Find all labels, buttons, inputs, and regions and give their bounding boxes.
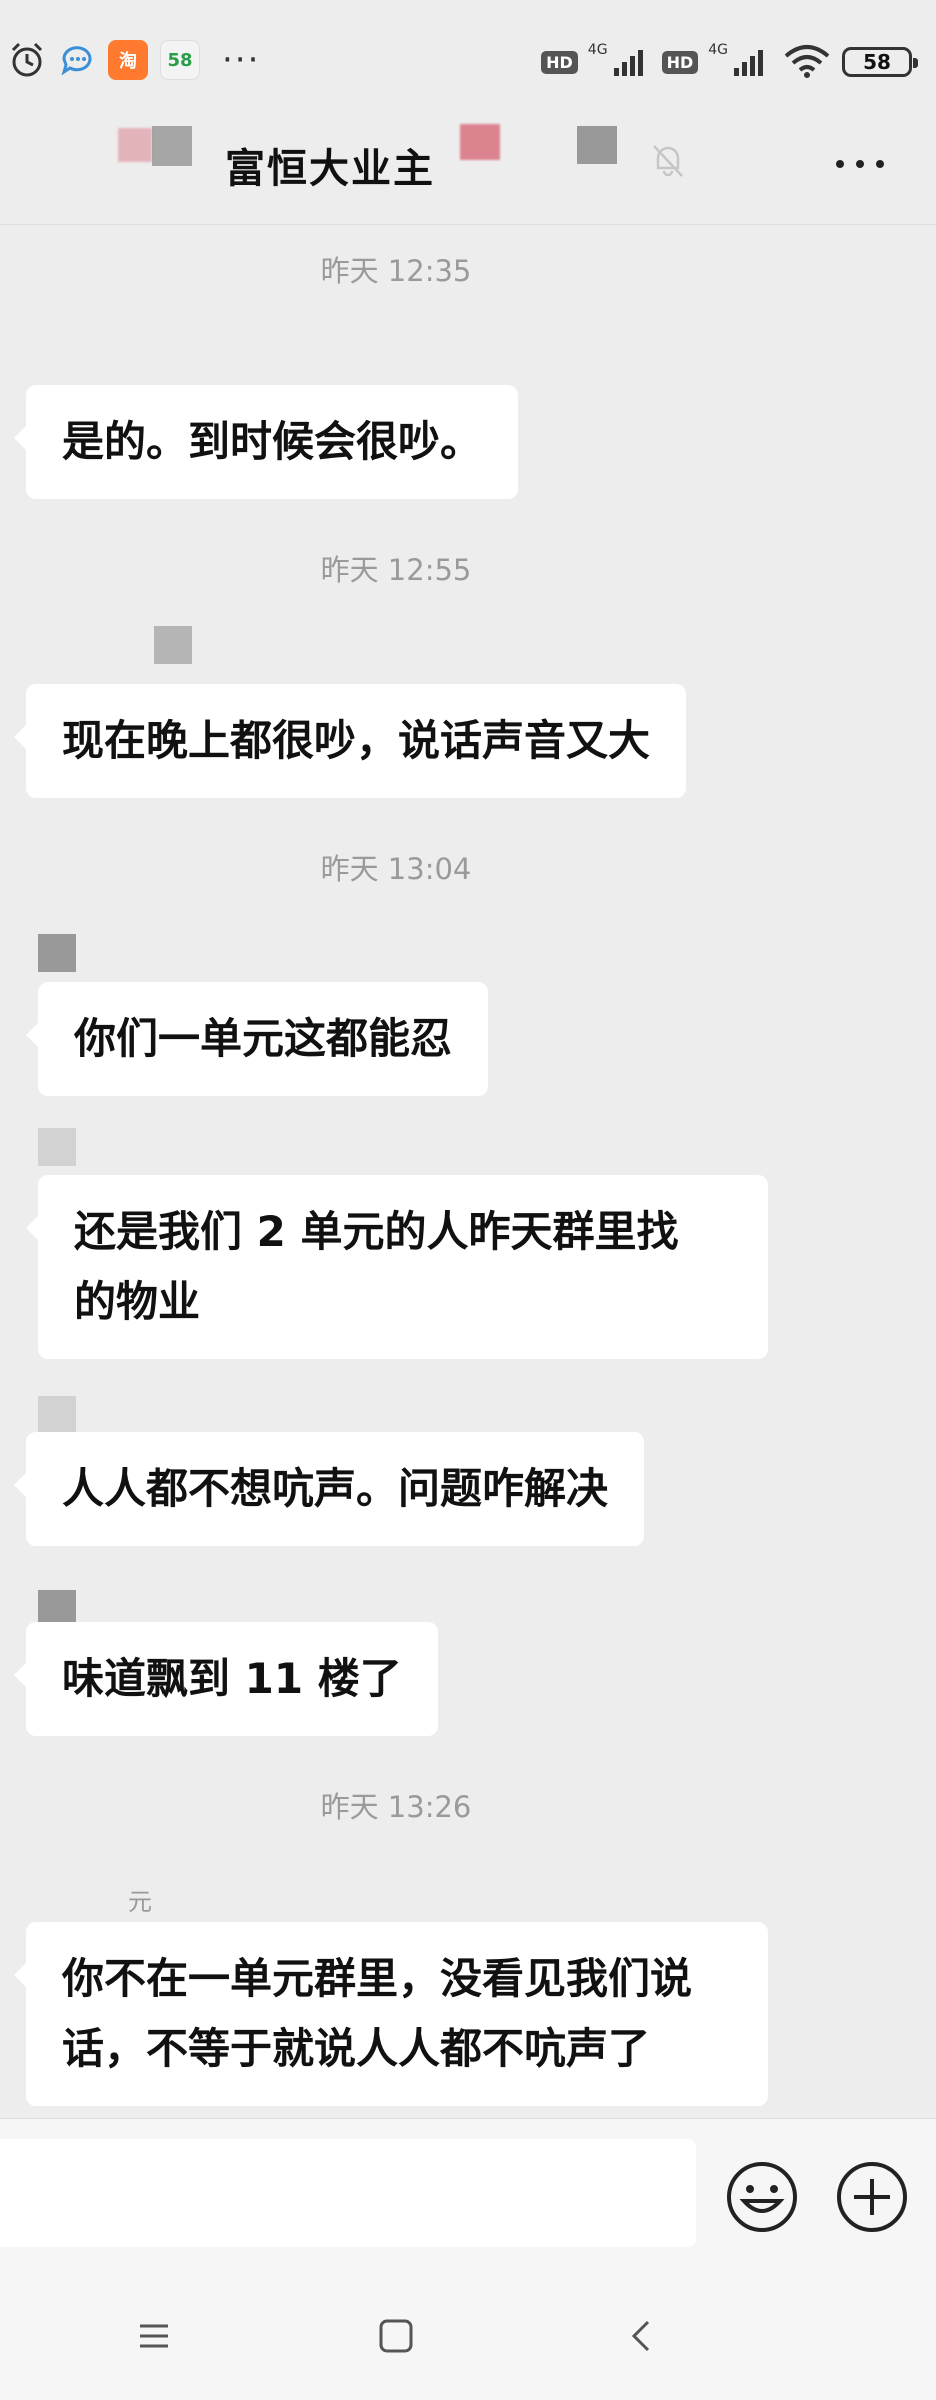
timestamp: 昨天 12:55 [320,553,472,587]
chat-bubble-icon [58,41,96,79]
message-text: 话，不等于就说人人都不吭声了 [62,2024,651,2073]
taobao-icon-label: 淘 [119,51,137,72]
timestamp: 昨天 12:35 [320,254,472,288]
status-bar-left: 淘 58 ··· [8,40,260,80]
redacted-avatar [154,626,192,664]
chat-header: 富恒大业主 [0,120,936,225]
battery-level: 58 [863,50,891,74]
timestamp: 昨天 13:04 [320,852,472,886]
message-text: 的物业 [74,1277,201,1326]
message-bubble[interactable]: 你们一单元这都能忍 [25,982,489,1096]
message-text: 还是我们 2 单元的人昨天群里找 [74,1207,679,1256]
hd-badge: HD [661,50,699,74]
message-text: 现在晚上都很吵，说话声音又大 [62,716,651,765]
more-notifications-icon: ··· [222,40,261,80]
chat-title: 富恒大业主 [225,146,435,192]
redacted-avatar [38,934,76,972]
navigation-bar [0,2268,936,2400]
input-bar [0,2118,936,2268]
back-icon[interactable] [614,2308,670,2364]
more-options-button[interactable] [836,160,884,168]
message-bubble[interactable]: 是的。到时候会很吵。 [13,385,519,499]
message-bubble[interactable]: 还是我们 2 单元的人昨天群里找 的物业 [26,1175,768,1359]
message-input[interactable] [0,2139,696,2247]
message-text: 人人都不想吭声。问题咋解决 [62,1464,609,1513]
taobao-icon: 淘 [108,40,148,80]
mute-bell-icon [653,145,683,177]
redacted-block [118,128,152,162]
58-icon-label: 58 [167,49,193,71]
redacted-avatar [38,1396,76,1434]
redacted-block [152,126,192,166]
dot [876,160,884,168]
wifi-icon [784,45,830,78]
message-bubble[interactable]: 人人都不想吭声。问题咋解决 [13,1432,645,1546]
emoji-icon[interactable] [724,2159,800,2235]
battery-icon: 58 [842,47,918,77]
hd-badge: HD [541,50,578,74]
network-label: 4G [587,42,608,58]
message-text: 你不在一单元群里，没看见我们说 [62,1954,693,2003]
home-icon[interactable] [368,2308,424,2364]
dot [836,160,844,168]
status-bar-right: HD 4G HD 4G 58 [541,42,918,80]
message-text: 味道飘到 11 楼了 [62,1654,402,1703]
plus-icon[interactable] [834,2159,910,2235]
message-text: 你们一单元这都能忍 [74,1014,453,1063]
message-bubble[interactable]: 现在晚上都很吵，说话声音又大 [13,684,687,798]
sender-name: 元 [128,1888,152,1916]
redacted-block [460,124,500,160]
network-label: 4G [708,42,728,58]
message-bubble[interactable]: 你不在一单元群里，没看见我们说 话，不等于就说人人都不吭声了 [14,1922,768,2106]
signal-icon [734,50,763,76]
redacted-avatar [38,1128,76,1166]
signal-icon [613,50,643,76]
message-bubble[interactable]: 味道飘到 11 楼了 [14,1622,438,1736]
dot [856,160,864,168]
message-text: 是的。到时候会很吵。 [62,417,483,466]
timestamp: 昨天 13:26 [320,1790,472,1824]
status-bar: 淘 58 ··· HD 4G HD 4G 58 [0,0,936,120]
menu-icon[interactable] [126,2308,182,2364]
58-icon: 58 [160,40,200,80]
alarm-icon [8,41,46,79]
redacted-block [577,126,617,164]
